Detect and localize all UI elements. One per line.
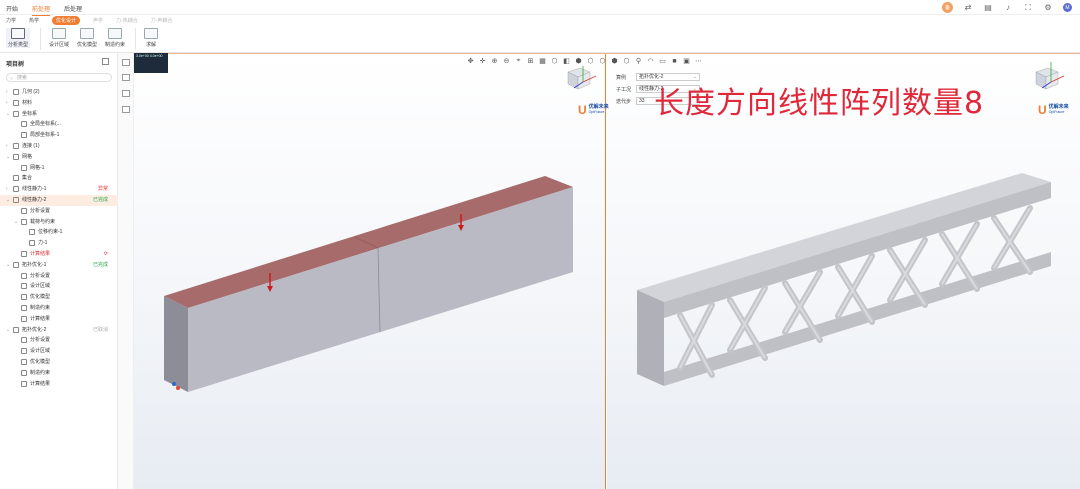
subcase-label: 子工况 — [616, 86, 632, 93]
back-view-icon[interactable]: ⬡ — [598, 57, 607, 66]
logo-mark: U — [1038, 103, 1047, 117]
logo-left: U 优解未来 OptFuture — [578, 103, 609, 117]
optimized-lattice-model — [637, 173, 1051, 386]
axis-triad-right — [1035, 62, 1065, 90]
box-zoom-icon[interactable]: ⊞ — [526, 57, 535, 66]
pan-icon[interactable]: ✛ — [478, 57, 487, 66]
logo-en-text: OptFuture — [588, 110, 605, 114]
viewport-toolbar: ✥ ✛ ⊕ ⊖ ⌖ ⊞ ▦ ⬡ ◧ ⬢ ⬡ ⬡ ⬢ ⬡ ⚲ ◠ ▭ ■ ▣ ⋯ — [466, 55, 703, 67]
bottom-view-icon[interactable]: ⬡ — [622, 57, 631, 66]
logo-right: U 优解未来 OptFuture — [1038, 103, 1069, 117]
clip-plane-icon[interactable]: ◠ — [646, 57, 655, 66]
zoom-out-icon[interactable]: ⊖ — [502, 57, 511, 66]
overlay-caption: 长度方向线性阵列数量8 — [654, 86, 985, 121]
cube-view-icon[interactable]: ⬡ — [550, 57, 559, 66]
fit-view-icon[interactable]: ⌖ — [514, 57, 523, 66]
zoom-in-icon[interactable]: ⊕ — [490, 57, 499, 66]
select-icon[interactable]: ▦ — [538, 57, 547, 66]
constraint-marker — [172, 382, 176, 386]
case-label: 算例 — [616, 74, 627, 81]
beam-end-face — [164, 296, 188, 392]
front-view-icon[interactable]: ⬡ — [586, 57, 595, 66]
top-view-icon[interactable]: ⬢ — [610, 57, 619, 66]
constraint-marker — [176, 386, 180, 390]
3d-scene — [164, 62, 1065, 392]
more-icon[interactable]: ⋯ — [694, 57, 703, 66]
iteration-value: 33 — [639, 98, 645, 104]
screenshot-icon[interactable]: ▣ — [682, 57, 691, 66]
section-icon[interactable]: ▭ — [658, 57, 667, 66]
iso-view-icon[interactable]: ⬢ — [574, 57, 583, 66]
iteration-label: 迭代步 — [616, 98, 632, 105]
logo-mark: U — [578, 103, 587, 117]
split-view-icon[interactable]: ◧ — [562, 57, 571, 66]
logo-en-text: OptFuture — [1048, 110, 1065, 114]
solid-beam-model — [164, 176, 573, 392]
rotate-icon[interactable]: ✥ — [466, 57, 475, 66]
axis-triad-left — [567, 66, 597, 90]
color-map-icon[interactable]: ■ — [670, 57, 679, 66]
probe-icon[interactable]: ⚲ — [634, 57, 643, 66]
